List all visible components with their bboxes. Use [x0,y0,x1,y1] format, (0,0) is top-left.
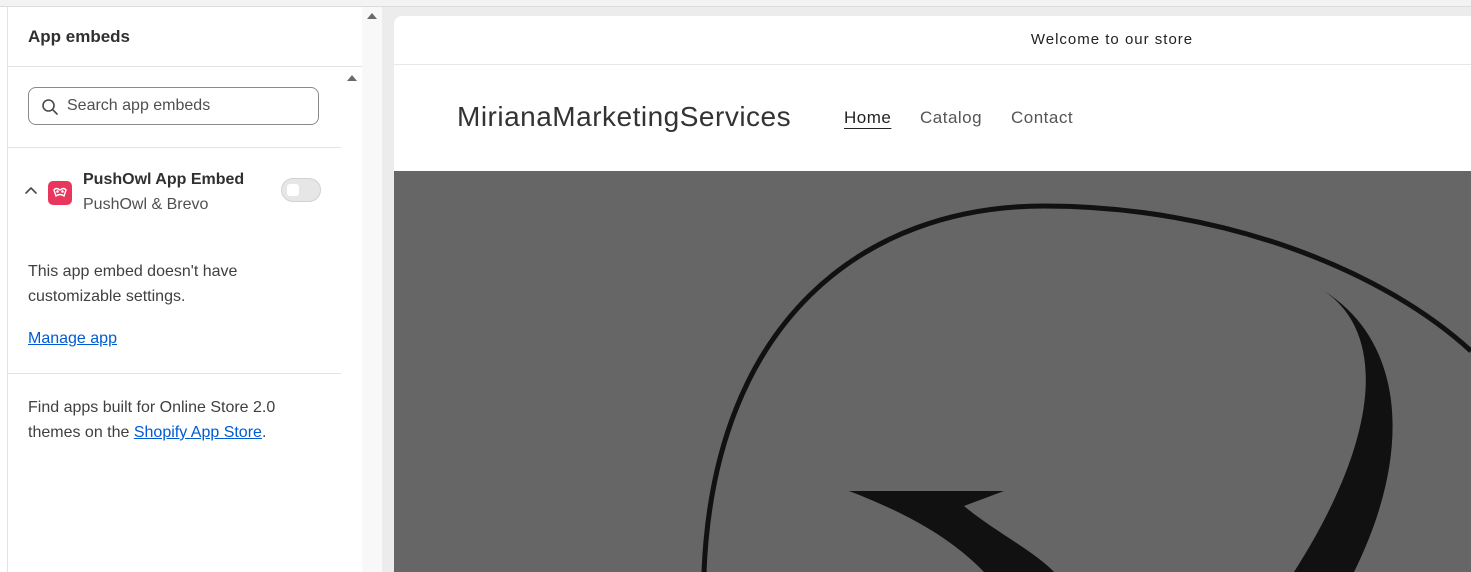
store-header: MirianaMarketingServices Home Catalog Co… [394,65,1471,171]
hero-banner[interactable] [394,171,1471,572]
app-embed-title: PushOwl App Embed [83,171,245,188]
nav-contact[interactable]: Contact [1011,108,1073,128]
search-input[interactable] [67,94,307,118]
scroll-up-arrow-icon[interactable] [367,13,377,19]
find-apps-text: Find apps built for Online Store 2.0 the… [28,395,328,445]
find-apps-suffix: . [261,424,267,441]
manage-app-link[interactable]: Manage app [28,330,117,348]
search-icon [42,99,58,115]
sidebar-scrollbar[interactable] [362,7,382,572]
logo-artwork-image [701,203,1471,572]
app-embeds-sidebar: App embeds PushOwl App Embed PushOwl & B… [0,7,382,572]
toggle-knob [287,184,299,196]
inner-scroll-up-arrow-icon[interactable] [347,75,357,81]
sidebar-header: App embeds [8,7,362,67]
nav-home[interactable]: Home [844,108,891,128]
sidebar-title: App embeds [28,27,131,46]
sidebar-edge [7,7,8,572]
search-box[interactable] [28,87,319,125]
app-embed-description: This app embed doesn't have customizable… [28,263,238,305]
shopify-app-store-link[interactable]: Shopify App Store [134,424,262,441]
chevron-up-icon[interactable] [24,185,38,195]
divider [8,373,341,374]
app-embed-item[interactable]: PushOwl App Embed PushOwl & Brevo [8,148,341,228]
store-preview: Welcome to our store MirianaMarketingSer… [394,16,1471,572]
pushowl-logo-icon [48,181,72,205]
announcement-bar: Welcome to our store [394,16,1471,65]
app-embed-toggle[interactable] [281,178,321,202]
announcement-text: Welcome to our store [1030,31,1194,48]
app-embed-subtitle: PushOwl & Brevo [83,196,209,213]
store-brand[interactable]: MirianaMarketingServices [457,101,791,133]
top-bar [0,0,1471,7]
nav-catalog[interactable]: Catalog [920,108,982,128]
